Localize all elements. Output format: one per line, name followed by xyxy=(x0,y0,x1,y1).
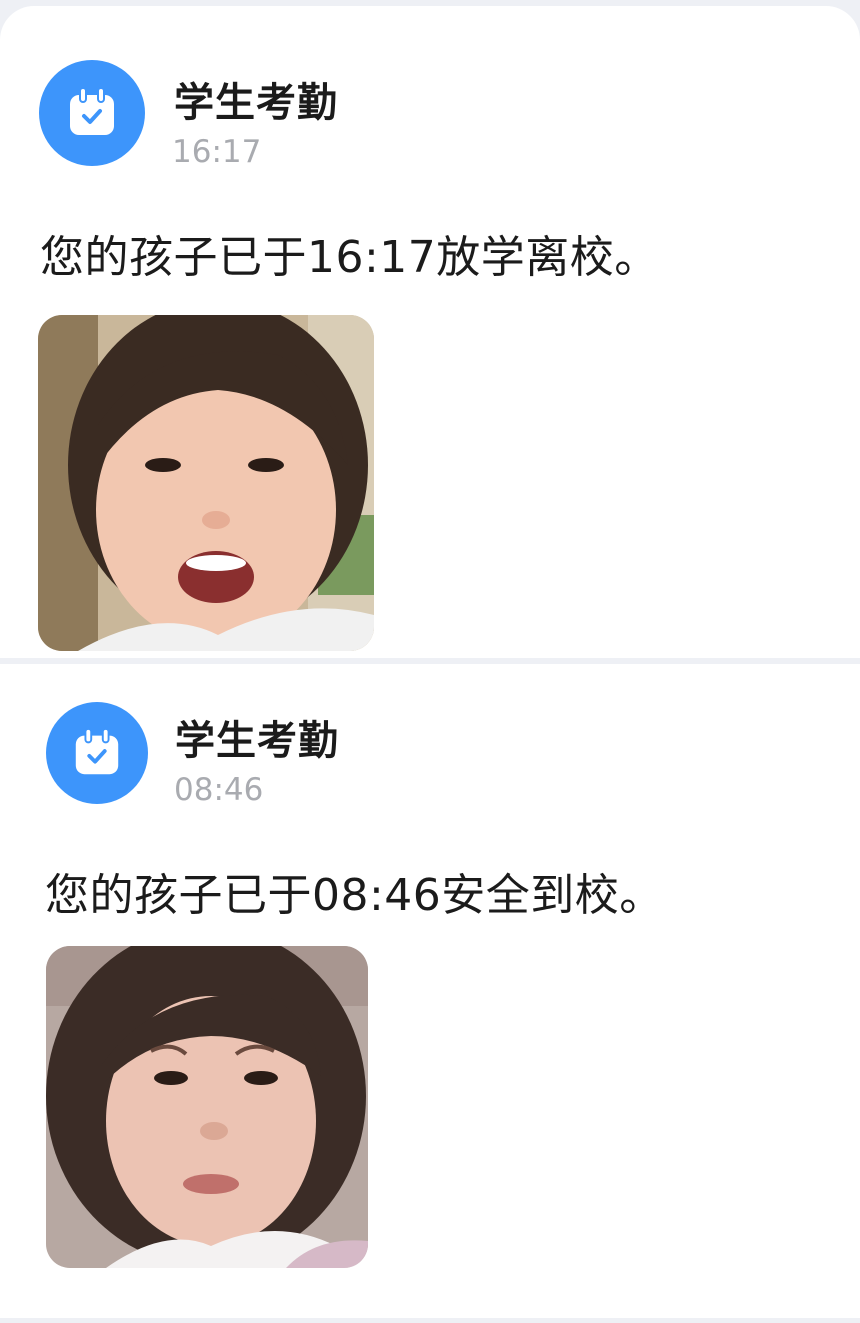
sender-name: 学生考勤 xyxy=(175,718,339,764)
message-time: 16:17 xyxy=(172,134,262,170)
message-card[interactable]: 学生考勤 08:46 您的孩子已于08:46安全到校。 xyxy=(0,664,860,1318)
message-text: 您的孩子已于08:46安全到校。 xyxy=(45,870,664,921)
child-face-photo-smiling xyxy=(38,315,374,651)
child-photo[interactable] xyxy=(38,315,374,651)
calendar-check-icon xyxy=(70,87,114,135)
child-photo[interactable] xyxy=(46,946,368,1268)
attendance-app-avatar[interactable] xyxy=(39,60,145,166)
sender-name: 学生考勤 xyxy=(174,80,338,126)
message-time: 08:46 xyxy=(174,772,264,808)
message-text: 您的孩子已于16:17放学离校。 xyxy=(40,232,659,283)
child-face-photo-frowning xyxy=(46,946,368,1268)
message-card[interactable]: 学生考勤 16:17 您的孩子已于16:17放学离校。 xyxy=(0,6,860,658)
attendance-app-avatar[interactable] xyxy=(46,702,148,804)
calendar-check-icon xyxy=(75,727,119,775)
